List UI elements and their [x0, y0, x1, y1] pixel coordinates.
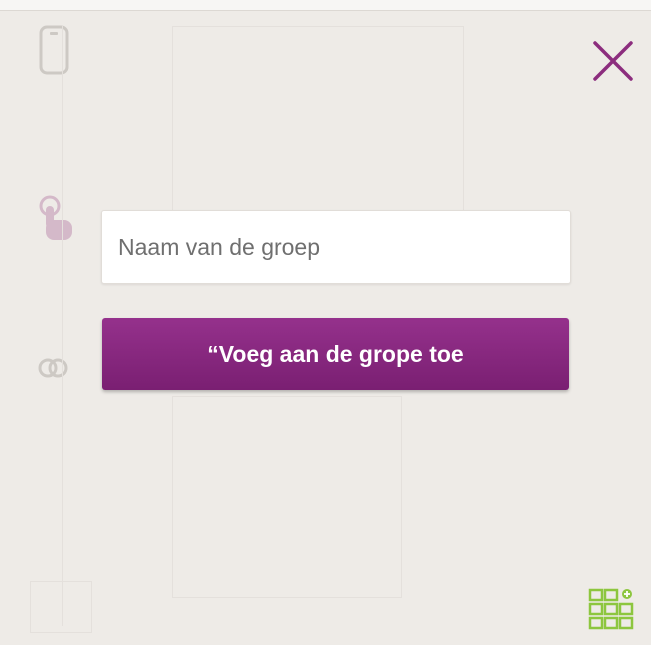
background-card: [30, 581, 92, 633]
group-name-input[interactable]: [101, 210, 571, 284]
add-to-group-button[interactable]: “Voeg aan de grope toe: [102, 318, 569, 390]
link-icon: [38, 358, 68, 378]
background-divider: [62, 26, 63, 626]
grid-button[interactable]: [588, 586, 636, 634]
touch-icon: [39, 195, 72, 240]
phone-icon: [39, 25, 69, 75]
background-card: [172, 26, 464, 218]
close-icon: [593, 41, 633, 81]
grid-icon: [588, 588, 634, 630]
top-bar: [0, 0, 651, 11]
close-button[interactable]: [588, 36, 638, 86]
background-card: [172, 396, 402, 598]
